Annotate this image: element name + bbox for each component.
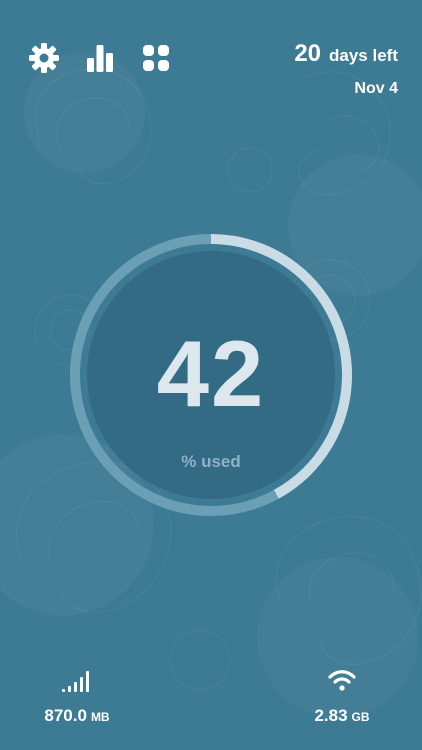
widgets-button[interactable] [138,40,174,76]
wifi-icon [328,670,356,691]
percent-used-label: % used [181,452,241,471]
wifi-usage-unit: GB [351,710,370,724]
days-left-row: 20 days left [294,40,398,68]
toolbar [26,40,174,76]
cellular-usage[interactable]: 870.0 MB [34,666,120,726]
bar-chart-icon [87,45,113,72]
wifi-usage[interactable]: 2.83 GB [306,666,378,726]
cellular-signal-icon [62,671,89,692]
cellular-usage-value: 870.0 [44,706,87,725]
billing-cycle-info: 20 days left Nov 4 [294,40,398,98]
percent-used-value: 42 [156,321,266,426]
grid-icon [143,45,169,71]
statistics-button[interactable] [82,40,118,76]
cycle-end-date: Nov 4 [354,80,398,97]
usage-gauge[interactable]: 42 % used [68,232,354,518]
days-left-label: days left [329,46,398,65]
wifi-usage-value: 2.83 [314,706,348,725]
gear-icon [29,43,59,73]
days-left-number: 20 [294,40,322,67]
cellular-usage-unit: MB [90,710,110,724]
settings-button[interactable] [26,40,62,76]
